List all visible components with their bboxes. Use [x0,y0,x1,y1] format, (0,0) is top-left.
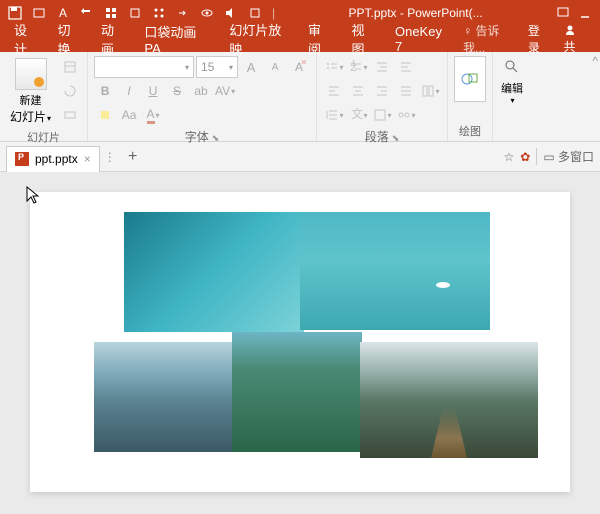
document-tabs: ppt.pptx × ⋮ + ☆ ✿ ▭ 多窗口 [0,142,600,172]
slide[interactable] [30,192,570,492]
document-tab-label: ppt.pptx [35,152,78,166]
share-button[interactable]: 共 [557,23,595,55]
group-font: ▾ 15▾ A A A✕ B I U S ab AV▾ Aa A▾ 字体 ⬊ [88,52,317,141]
image-ocean-boat[interactable] [300,212,490,330]
new-tab-button[interactable]: + [122,146,144,168]
tab-slideshow[interactable]: 幻灯片放映 [219,26,298,52]
shrink-font-icon[interactable]: A [264,56,286,78]
clear-format-icon[interactable]: A✕ [288,56,310,78]
shadow-button[interactable]: ab [190,80,212,102]
tab-onekey[interactable]: OneKey 7 [385,26,457,52]
group-label [499,125,525,139]
line-spacing-icon[interactable]: ▾ [323,104,345,126]
new-slide-button[interactable]: 新建 幻灯片▾ [6,56,55,127]
layout-icon[interactable] [59,56,81,78]
columns-icon[interactable]: ▾ [419,80,441,102]
group-drawing: 绘图 [448,52,493,141]
ribbon-options-icon[interactable] [552,2,574,24]
pin-icon[interactable]: ☆ [503,150,514,164]
image-fjord-dock[interactable] [360,342,538,458]
eye-icon[interactable] [196,2,218,24]
align-text-icon[interactable]: ▾ [371,104,393,126]
tab-pocket[interactable]: 口袋动画 PA [134,26,219,52]
qat-icon[interactable] [124,2,146,24]
svg-text:文: 文 [351,108,363,121]
arrow-icon[interactable] [172,2,194,24]
align-right-icon[interactable] [371,80,393,102]
bold-button[interactable]: B [94,80,116,102]
multiwindow-button[interactable]: ▭ 多窗口 [536,148,594,165]
minimize-icon[interactable] [574,2,596,24]
strike-button[interactable]: S [166,80,188,102]
group-slides: 新建 幻灯片▾ 幻灯片 [0,52,88,141]
font-name-combo[interactable]: ▾ [94,56,194,78]
justify-icon[interactable] [395,80,417,102]
grow-font-icon[interactable]: A [240,56,262,78]
align-center-icon[interactable] [347,80,369,102]
group-editing: 编辑 ▾ [493,52,531,141]
tab-review[interactable]: 审阅 [298,26,341,52]
indent-right-icon[interactable] [395,56,417,78]
close-tab-icon[interactable]: × [84,152,91,166]
separator: | [272,6,275,20]
indent-left-icon[interactable] [371,56,393,78]
bullets-icon[interactable]: ▾ [323,56,345,78]
font-color-button[interactable]: A▾ [142,104,164,126]
ribbon-tabs: 设计 切换 动画 口袋动画 PA 幻灯片放映 审阅 视图 OneKey 7 ♀ … [0,26,600,52]
document-tab[interactable]: ppt.pptx × [6,146,100,172]
group-label: 字体 ⬊ [94,126,310,145]
text-direction-icon[interactable]: 文▾ [347,104,369,126]
search-icon [503,58,521,76]
group-label: 幻灯片 [6,127,81,145]
smartart-icon[interactable]: ▾ [395,104,417,126]
case-button[interactable]: Aa [118,104,140,126]
underline-button[interactable]: U [142,80,164,102]
tab-menu-icon[interactable]: ⋮ [104,150,116,164]
qat-icon[interactable] [148,2,170,24]
group-label: 段落 ⬊ [323,126,441,145]
image-ocean-1[interactable] [124,212,304,332]
collapse-ribbon-icon[interactable]: ^ [590,52,600,141]
chevron-down-icon: ▾ [511,96,515,105]
powerpoint-icon [15,152,29,166]
highlight-button[interactable] [94,104,116,126]
login-button[interactable]: 登录 [520,22,558,56]
section-icon[interactable] [59,104,81,126]
ribbon: 新建 幻灯片▾ 幻灯片 ▾ 15▾ A A A✕ B I U [0,52,600,142]
numbering-icon[interactable]: 12▾ [347,56,369,78]
new-slide-icon [15,58,47,90]
tab-animation[interactable]: 动画 [91,26,134,52]
tell-me-search[interactable]: ♀ 告诉我... [463,22,516,56]
svg-text:A: A [59,6,67,20]
reset-icon[interactable] [59,80,81,102]
group-label: 绘图 [454,121,486,139]
font-size-combo[interactable]: 15▾ [196,56,238,78]
window-title: PPT.pptx - PowerPoint(... [279,6,552,20]
tab-design[interactable]: 设计 [4,26,47,52]
tab-view[interactable]: 视图 [342,26,385,52]
slide-canvas[interactable] [0,172,600,514]
svg-text:2: 2 [350,60,357,74]
edit-button[interactable]: 编辑 ▾ [499,56,525,107]
cursor-icon [26,186,42,206]
italic-button[interactable]: I [118,80,140,102]
group-paragraph: ▾ 12▾ ▾ ▾ 文▾ ▾ ▾ 段落 ⬊ [317,52,448,141]
tab-transition[interactable]: 切换 [47,26,90,52]
settings-icon[interactable]: ✿ [520,150,530,164]
shapes-gallery[interactable] [454,56,486,102]
align-left-icon[interactable] [323,80,345,102]
image-tropical[interactable] [232,332,362,452]
slide-options [59,56,81,126]
spacing-button[interactable]: AV▾ [214,80,236,102]
